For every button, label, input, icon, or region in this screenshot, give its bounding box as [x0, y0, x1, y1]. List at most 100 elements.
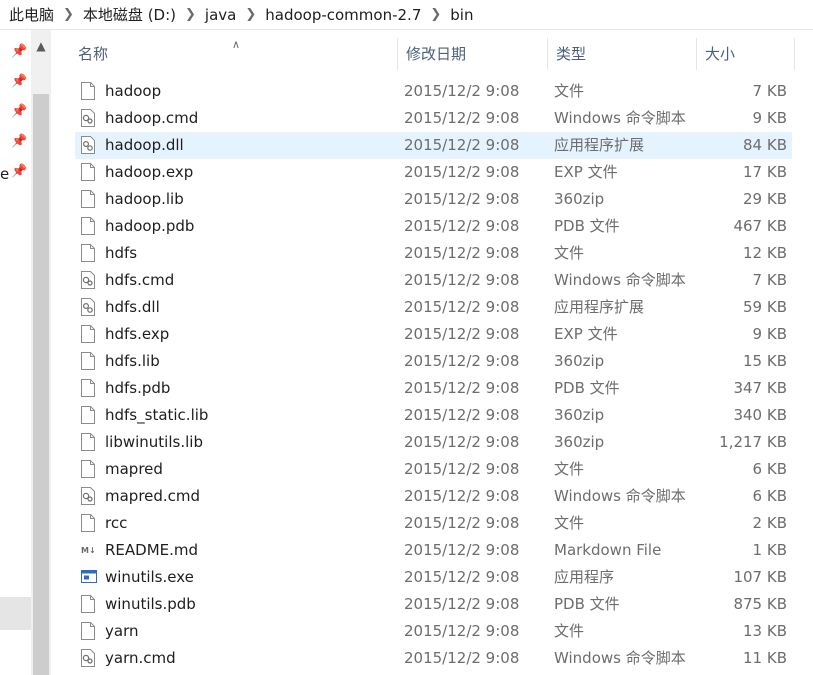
pin-icon[interactable]: 📌 — [11, 164, 27, 180]
file-type: 文件 — [554, 82, 585, 100]
file-name: hadoop.pdb — [105, 217, 195, 235]
file-row[interactable]: hadoop.exp 2015/12/2 9:08 EXP 文件 17 KB — [75, 159, 792, 186]
file-size: 1 KB — [752, 541, 787, 559]
file-row[interactable]: yarn.cmd 2015/12/2 9:08 Windows 命令脚本 11 KB — [75, 645, 792, 672]
script-file-icon — [81, 109, 95, 127]
file-row[interactable]: hdfs.exp 2015/12/2 9:08 EXP 文件 9 KB — [75, 321, 792, 348]
file-modified-date: 2015/12/2 9:08 — [404, 649, 520, 667]
file-type: PDB 文件 — [554, 595, 620, 613]
file-modified-date: 2015/12/2 9:08 — [404, 379, 520, 397]
file-type: 文件 — [554, 514, 585, 532]
column-header-name[interactable]: 名称 — [70, 38, 398, 70]
file-type: 360zip — [554, 352, 605, 370]
file-row[interactable]: hadoop.lib 2015/12/2 9:08 360zip 29 KB — [75, 186, 792, 213]
breadcrumb-local-disk[interactable]: 本地磁盘 (D:) — [83, 4, 176, 25]
file-type: 文件 — [554, 244, 585, 262]
file-row[interactable]: winutils.pdb 2015/12/2 9:08 PDB 文件 875 KB — [75, 591, 792, 618]
column-header-size[interactable]: 大小 — [697, 38, 795, 70]
nav-scrollbar[interactable]: ▲ — [31, 30, 51, 675]
scrollbar-thumb[interactable] — [33, 94, 49, 675]
file-size: 340 KB — [733, 406, 787, 424]
blank-file-icon — [81, 244, 95, 262]
file-name: libwinutils.lib — [105, 433, 203, 451]
file-row[interactable]: hdfs.dll 2015/12/2 9:08 应用程序扩展 59 KB — [75, 294, 792, 321]
file-row[interactable]: hdfs.cmd 2015/12/2 9:08 Windows 命令脚本 7 KB — [75, 267, 792, 294]
file-size: 29 KB — [743, 190, 787, 208]
script-file-icon — [81, 649, 95, 667]
dll-file-icon — [81, 136, 95, 154]
file-modified-date: 2015/12/2 9:08 — [404, 271, 520, 289]
file-size: 12 KB — [743, 244, 787, 262]
chevron-right-icon[interactable]: ❯ — [185, 7, 196, 22]
scroll-up-arrow-icon[interactable]: ▲ — [31, 36, 51, 56]
blank-file-icon — [81, 514, 95, 532]
file-name: winutils.pdb — [105, 595, 196, 613]
file-modified-date: 2015/12/2 9:08 — [404, 406, 520, 424]
file-row[interactable]: hdfs_static.lib 2015/12/2 9:08 360zip 340 K… — [75, 402, 792, 429]
column-header-type[interactable]: 类型 — [548, 38, 697, 70]
file-modified-date: 2015/12/2 9:08 — [404, 163, 520, 181]
pin-icon[interactable]: 📌 — [11, 44, 27, 60]
file-name: winutils.exe — [105, 568, 194, 586]
file-list: hadoop 2015/12/2 9:08 文件 7 KB hadoop.cmd 2015… — [75, 78, 813, 672]
chevron-right-icon[interactable]: ❯ — [430, 7, 441, 22]
file-modified-date: 2015/12/2 9:08 — [404, 82, 520, 100]
file-size: 7 KB — [752, 82, 787, 100]
blank-file-icon — [81, 622, 95, 640]
column-header-date[interactable]: 修改日期 — [398, 38, 548, 70]
breadcrumb-java[interactable]: java — [205, 6, 236, 24]
file-row[interactable]: M↓ README.md 2015/12/2 9:08 Markdown File 1 … — [75, 537, 792, 564]
file-type: 文件 — [554, 460, 585, 478]
file-name: yarn — [105, 622, 139, 640]
file-type: Markdown File — [554, 541, 662, 559]
breadcrumb-hadoop-common[interactable]: hadoop-common-2.7 — [265, 6, 421, 24]
blank-file-icon — [81, 460, 95, 478]
file-type: 应用程序 — [554, 568, 615, 586]
file-row[interactable]: hadoop.pdb 2015/12/2 9:08 PDB 文件 467 KB — [75, 213, 792, 240]
file-row[interactable]: hadoop 2015/12/2 9:08 文件 7 KB — [75, 78, 792, 105]
file-row[interactable]: hadoop.cmd 2015/12/2 9:08 Windows 命令脚本 9 KB — [75, 105, 792, 132]
file-name: hdfs.pdb — [105, 379, 171, 397]
file-row[interactable]: libwinutils.lib 2015/12/2 9:08 360zip 1,217… — [75, 429, 792, 456]
file-row[interactable]: winutils.exe 2015/12/2 9:08 应用程序 107 KB — [75, 564, 792, 591]
file-modified-date: 2015/12/2 9:08 — [404, 325, 520, 343]
script-file-icon — [81, 487, 95, 505]
file-modified-date: 2015/12/2 9:08 — [404, 244, 520, 262]
blank-file-icon — [81, 190, 95, 208]
breadcrumb-this-pc[interactable]: 此电脑 — [9, 4, 54, 25]
nav-item-selected[interactable] — [0, 597, 31, 630]
file-row[interactable]: hdfs.lib 2015/12/2 9:08 360zip 15 KB — [75, 348, 792, 375]
file-row[interactable]: hadoop.dll 2015/12/2 9:08 应用程序扩展 84 KB — [75, 132, 792, 159]
file-size: 875 KB — [733, 595, 787, 613]
file-row[interactable]: mapred.cmd 2015/12/2 9:08 Windows 命令脚本 6 KB — [75, 483, 792, 510]
file-type: Windows 命令脚本 — [554, 487, 686, 505]
blank-file-icon — [81, 406, 95, 424]
file-row[interactable]: hdfs.pdb 2015/12/2 9:08 PDB 文件 347 KB — [75, 375, 792, 402]
file-row[interactable]: rcc 2015/12/2 9:08 文件 2 KB — [75, 510, 792, 537]
file-type: PDB 文件 — [554, 379, 620, 397]
markdown-file-icon: M↓ — [81, 541, 96, 559]
file-type: Windows 命令脚本 — [554, 271, 686, 289]
breadcrumb-bin[interactable]: bin — [450, 6, 473, 24]
file-name: hdfs.lib — [105, 352, 160, 370]
file-size: 17 KB — [743, 163, 787, 181]
file-size: 6 KB — [752, 460, 787, 478]
chevron-right-icon[interactable]: ❯ — [245, 7, 256, 22]
pin-icon[interactable]: 📌 — [11, 104, 27, 120]
file-size: 15 KB — [743, 352, 787, 370]
file-size: 13 KB — [743, 622, 787, 640]
file-type: 360zip — [554, 406, 605, 424]
file-row[interactable]: yarn 2015/12/2 9:08 文件 13 KB — [75, 618, 792, 645]
file-row[interactable]: mapred 2015/12/2 9:08 文件 6 KB — [75, 456, 792, 483]
file-modified-date: 2015/12/2 9:08 — [404, 541, 520, 559]
nav-item-label[interactable]: e — [0, 165, 9, 183]
file-type: 360zip — [554, 433, 605, 451]
file-row[interactable]: hdfs 2015/12/2 9:08 文件 12 KB — [75, 240, 792, 267]
chevron-right-icon[interactable]: ❯ — [63, 7, 74, 22]
pin-icon[interactable]: 📌 — [11, 74, 27, 90]
file-type: Windows 命令脚本 — [554, 109, 686, 127]
breadcrumb: 此电脑 ❯ 本地磁盘 (D:) ❯ java ❯ hadoop-common-2… — [0, 0, 813, 30]
blank-file-icon — [81, 82, 95, 100]
pin-icon[interactable]: 📌 — [11, 134, 27, 150]
file-type: 文件 — [554, 622, 585, 640]
